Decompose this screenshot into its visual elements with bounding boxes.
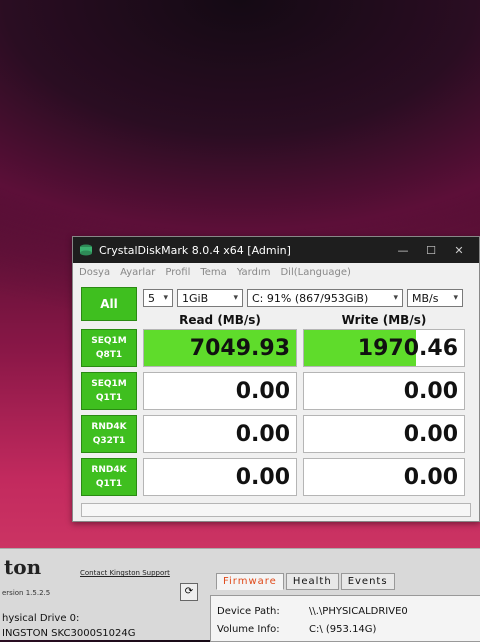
read-value: 0.00 xyxy=(235,464,290,490)
maximize-button[interactable]: ☐ xyxy=(417,244,445,257)
unit-value: MB/s xyxy=(412,291,439,305)
size-value: 1GiB xyxy=(182,291,209,305)
version-label: ersion 1.5.2.5 xyxy=(2,589,51,597)
write-header: Write (MB/s) xyxy=(341,313,427,327)
count-select[interactable]: 5 ▾ xyxy=(143,289,173,307)
menu-item-profile[interactable]: Profil xyxy=(165,267,190,278)
write-value: 1970.46 xyxy=(357,335,458,361)
tab-health[interactable]: Health xyxy=(285,573,339,590)
firmware-panel: Device Path: \\.\PHYSICALDRIVE0 Volume I… xyxy=(210,595,480,642)
write-value: 0.00 xyxy=(403,378,458,404)
window-title: CrystalDiskMark 8.0.4 x64 [Admin] xyxy=(99,243,291,257)
test-params: Q8T1 xyxy=(95,350,123,360)
test-name: SEQ1M xyxy=(91,336,127,346)
drive-value: C: 91% (867/953GiB) xyxy=(252,291,369,305)
read-value: 0.00 xyxy=(235,378,290,404)
contact-support-link[interactable]: Contact Kingston Support xyxy=(80,569,170,577)
chevron-down-icon: ▾ xyxy=(163,293,168,303)
title-bar: CrystalDiskMark 8.0.4 x64 [Admin] — ☐ ✕ xyxy=(73,237,479,263)
menu-bar: Dosya Ayarlar Profil Tema Yardım Dil(Lan… xyxy=(73,263,479,281)
tab-firmware[interactable]: Firmware xyxy=(216,573,284,590)
read-value: 0.00 xyxy=(235,421,290,447)
count-value: 5 xyxy=(148,291,155,305)
write-result-cell: 0.00 xyxy=(303,415,465,453)
unit-select[interactable]: MB/s ▾ xyxy=(407,289,463,307)
menu-item-help[interactable]: Yardım xyxy=(237,267,271,278)
test-name: RND4K xyxy=(91,465,127,475)
kingston-tabs: Firmware Health Events xyxy=(216,573,395,590)
write-result-cell: 0.00 xyxy=(303,458,465,496)
read-value: 7049.93 xyxy=(189,335,290,361)
read-result-cell: 0.00 xyxy=(143,372,297,410)
menu-item-file[interactable]: Dosya xyxy=(79,267,110,278)
test-button[interactable]: RND4K Q1T1 xyxy=(81,458,137,496)
settings-bar: 5 ▾ 1GiB ▾ C: 91% (867/953GiB) ▾ MB/s ▾ xyxy=(143,287,473,309)
test-params: Q1T1 xyxy=(95,479,123,489)
menu-item-language[interactable]: Dil(Language) xyxy=(280,267,350,278)
volume-info-value: C:\ (953.14G) xyxy=(309,624,377,635)
crystaldiskmark-window: CrystalDiskMark 8.0.4 x64 [Admin] — ☐ ✕ … xyxy=(72,236,480,522)
test-button[interactable]: RND4K Q32T1 xyxy=(81,415,137,453)
write-result-cell: 1970.46 xyxy=(303,329,465,367)
close-button[interactable]: ✕ xyxy=(445,244,473,257)
menu-item-settings[interactable]: Ayarlar xyxy=(120,267,155,278)
write-value: 0.00 xyxy=(403,464,458,490)
chevron-down-icon: ▾ xyxy=(453,293,458,303)
all-button[interactable]: All xyxy=(81,287,137,321)
refresh-icon[interactable]: ⟳ xyxy=(180,583,198,601)
read-result-cell: 7049.93 xyxy=(143,329,297,367)
write-value: 0.00 xyxy=(403,421,458,447)
kingston-logo: ton xyxy=(4,555,42,579)
test-params: Q1T1 xyxy=(95,393,123,403)
drive-label: hysical Drive 0: xyxy=(2,613,80,624)
drive-info: hysical Drive 0: INGSTON SKC3000S1024G xyxy=(2,611,136,641)
device-path-label: Device Path: xyxy=(217,606,280,617)
kingston-app: ton ersion 1.5.2.5 Contact Kingston Supp… xyxy=(0,548,480,642)
drive-select[interactable]: C: 91% (867/953GiB) ▾ xyxy=(247,289,403,307)
menu-item-theme[interactable]: Tema xyxy=(200,267,226,278)
status-bar xyxy=(81,503,471,517)
tab-events[interactable]: Events xyxy=(340,573,395,590)
minimize-button[interactable]: — xyxy=(389,244,417,257)
write-result-cell: 0.00 xyxy=(303,372,465,410)
app-icon xyxy=(80,244,92,256)
test-params: Q32T1 xyxy=(92,436,126,446)
read-result-cell: 0.00 xyxy=(143,458,297,496)
read-header: Read (MB/s) xyxy=(179,313,261,327)
test-button[interactable]: SEQ1M Q1T1 xyxy=(81,372,137,410)
test-button[interactable]: SEQ1M Q8T1 xyxy=(81,329,137,367)
test-name: RND4K xyxy=(91,422,127,432)
read-result-cell: 0.00 xyxy=(143,415,297,453)
size-select[interactable]: 1GiB ▾ xyxy=(177,289,243,307)
chevron-down-icon: ▾ xyxy=(393,293,398,303)
chevron-down-icon: ▾ xyxy=(233,293,238,303)
device-path-value: \\.\PHYSICALDRIVE0 xyxy=(309,606,408,617)
test-name: SEQ1M xyxy=(91,379,127,389)
volume-info-label: Volume Info: xyxy=(217,624,280,635)
